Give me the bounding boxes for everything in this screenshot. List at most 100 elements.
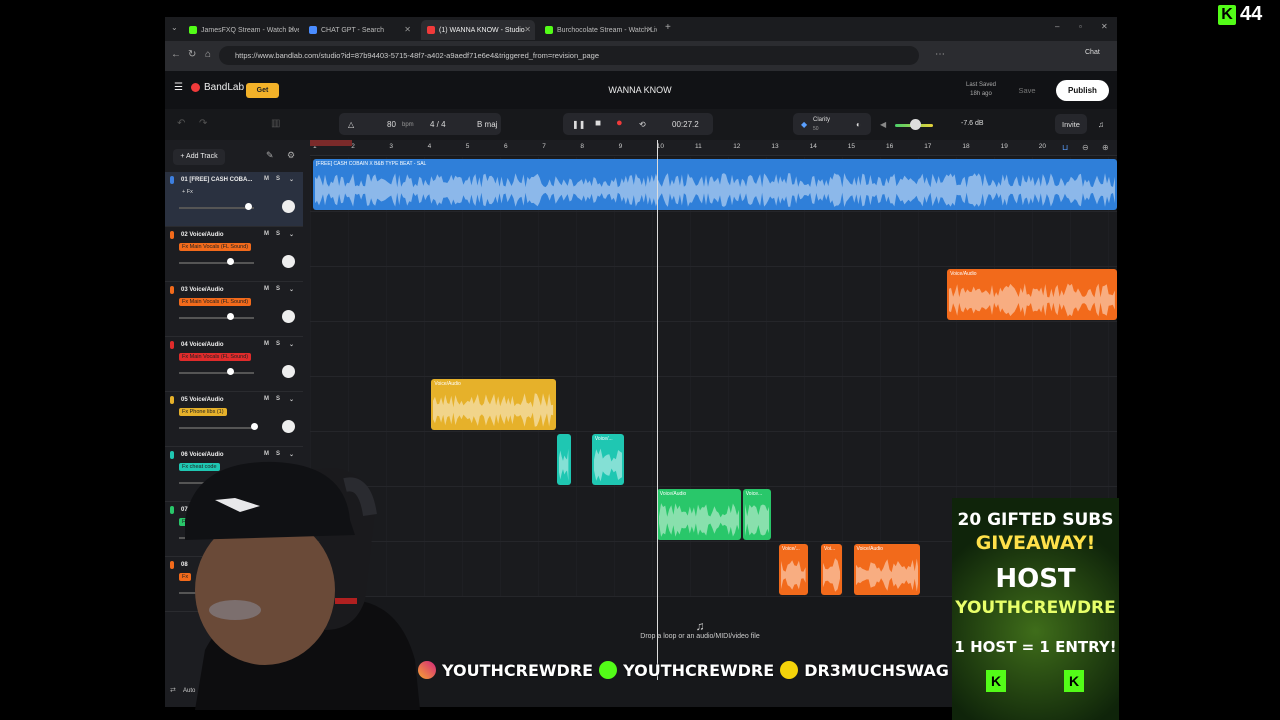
key-value[interactable]: B maj <box>477 120 497 129</box>
audio-clip[interactable]: Voice/... <box>591 434 625 485</box>
stop-icon[interactable]: ■ <box>595 118 601 129</box>
volume-fader-knob[interactable] <box>251 423 258 430</box>
new-tab-button[interactable]: + <box>665 22 671 33</box>
drop-zone[interactable]: ♫ Drop a loop or an audio/MIDI/video fil… <box>625 619 775 640</box>
fx-preset[interactable]: Fx Main Vocals (FL Sound) <box>179 243 252 251</box>
pan-knob[interactable] <box>282 365 295 378</box>
mute-button[interactable]: M <box>264 286 269 292</box>
mixer-icon[interactable]: ▥ <box>271 118 280 129</box>
volume-fader[interactable] <box>179 372 254 374</box>
volume-fader[interactable] <box>179 317 254 319</box>
audio-clip[interactable]: Voice/Audio <box>947 269 1117 320</box>
audio-clip[interactable]: Voi... <box>821 544 843 595</box>
track-options-chevron-icon[interactable]: ⌄ <box>289 341 294 348</box>
audio-clip[interactable]: [FREE] CASH COBAIN X B&B TYPE BEAT - SAL <box>313 159 1117 210</box>
undo-icon[interactable]: ↶ <box>177 118 185 129</box>
track-options-chevron-icon[interactable]: ⌄ <box>289 396 294 403</box>
pause-icon[interactable]: ❚❚ <box>572 120 585 129</box>
volume-fader-knob[interactable] <box>227 368 234 375</box>
volume-fader[interactable] <box>179 262 254 264</box>
loop-region[interactable] <box>310 140 352 146</box>
track-options-chevron-icon[interactable]: ⌄ <box>289 176 294 183</box>
zoom-out-icon[interactable]: ⊖ <box>1082 143 1089 152</box>
close-window-icon[interactable]: ✕ <box>1101 22 1108 31</box>
browser-tab[interactable]: CHAT GPT - Search ✕ <box>303 20 415 40</box>
fx-preset[interactable]: Fx Main Vocals (FL Sound) <box>179 353 252 361</box>
metronome-icon[interactable]: △ <box>348 120 354 129</box>
zoom-in-icon[interactable]: ⊕ <box>1102 143 1109 152</box>
volume-fader[interactable] <box>179 207 254 209</box>
audio-clip[interactable]: Voice... <box>742 489 772 540</box>
snap-icon[interactable]: ⊔ <box>1062 143 1068 152</box>
audio-clip[interactable]: Voice/Audio <box>853 544 921 595</box>
volume-fader-knob[interactable] <box>227 313 234 320</box>
pan-knob[interactable] <box>282 310 295 323</box>
mute-button[interactable]: M <box>264 176 269 182</box>
track-lane[interactable] <box>310 212 1117 267</box>
get-membership-button[interactable]: Get <box>246 83 279 98</box>
chat-button[interactable]: Chat <box>1085 49 1100 56</box>
minimize-icon[interactable]: – <box>1055 22 1059 31</box>
pan-knob[interactable] <box>282 200 295 213</box>
project-title[interactable]: WANNA KNOW <box>565 85 715 95</box>
solo-button[interactable]: S <box>276 176 280 182</box>
track-header[interactable]: 05 Voice/Audio M S ⌄ Fx Phone libs (1) <box>165 392 303 447</box>
track-settings-icon[interactable]: ⚙ <box>287 150 295 161</box>
refresh-icon[interactable]: ↻ <box>188 49 196 60</box>
url-input[interactable]: https://www.bandlab.com/studio?id=87b944… <box>219 46 919 65</box>
notifications-icon[interactable]: ♫ <box>1098 120 1104 129</box>
volume-fader-knob[interactable] <box>227 258 234 265</box>
home-icon[interactable]: ⌂ <box>205 49 211 60</box>
save-button[interactable]: Save <box>1007 83 1047 99</box>
back-icon[interactable]: ← <box>171 49 181 60</box>
mute-button[interactable]: M <box>264 341 269 347</box>
track-name[interactable]: 01 [FREE] CASH COBA... <box>181 177 252 183</box>
volume-fader[interactable] <box>179 427 254 429</box>
volume-fader-knob[interactable] <box>245 203 252 210</box>
audio-clip[interactable] <box>557 434 571 485</box>
bandlab-logo[interactable]: BandLab <box>191 82 244 93</box>
record-icon[interactable]: ● <box>616 117 623 129</box>
track-header[interactable]: 02 Voice/Audio M S ⌄ Fx Main Vocals (FL Soun… <box>165 227 303 282</box>
master-volume-knob[interactable] <box>910 119 921 130</box>
theme-toggle-icon[interactable]: ◐ <box>856 120 861 129</box>
edit-tool-icon[interactable]: ✎ <box>266 150 274 161</box>
solo-button[interactable]: S <box>276 341 280 347</box>
track-name[interactable]: 03 Voice/Audio <box>181 287 224 293</box>
time-signature[interactable]: 4 / 4 <box>430 120 446 129</box>
fx-preset[interactable]: + Fx <box>179 188 196 196</box>
close-tab-icon[interactable]: ✕ <box>288 25 295 34</box>
audio-clip[interactable]: Voice/... <box>779 544 808 595</box>
bpm-value[interactable]: 80 <box>387 120 396 129</box>
volume-icon[interactable]: ◀ <box>880 120 886 129</box>
invite-button[interactable]: Invite <box>1062 120 1080 129</box>
loop-icon[interactable]: ⟲ <box>639 120 646 129</box>
track-lane[interactable] <box>310 432 1117 487</box>
audio-clip[interactable]: Voice/Audio <box>431 379 556 430</box>
track-header[interactable]: 04 Voice/Audio M S ⌄ Fx Main Vocals (FL Soun… <box>165 337 303 392</box>
close-tab-icon[interactable]: ✕ <box>404 25 411 34</box>
browser-tab[interactable]: Burchocolate Stream - Watch Live ✕ <box>539 20 657 40</box>
publish-button[interactable]: Publish <box>1056 80 1109 101</box>
mute-button[interactable]: M <box>264 231 269 237</box>
audio-clip[interactable]: Voice/Audio <box>656 489 741 540</box>
menu-icon[interactable]: ☰ <box>174 82 183 93</box>
track-options-chevron-icon[interactable]: ⌄ <box>289 231 294 238</box>
browser-tab[interactable]: (1) WANNA KNOW - Studio ✕ <box>421 20 535 40</box>
browser-tab[interactable]: JamesFXQ Stream - Watch Live on✕ <box>183 20 299 40</box>
playhead[interactable] <box>656 140 658 680</box>
fx-preset[interactable]: Fx Main Vocals (FL Sound) <box>179 298 252 306</box>
close-tab-icon[interactable]: ✕ <box>524 25 531 34</box>
solo-button[interactable]: S <box>276 231 280 237</box>
add-track-button[interactable]: + Add Track <box>173 149 225 165</box>
close-tab-icon[interactable]: ✕ <box>646 25 653 34</box>
fx-preset[interactable]: Fx Phone libs (1) <box>179 408 227 416</box>
solo-button[interactable]: S <box>276 286 280 292</box>
mute-button[interactable]: M <box>264 396 269 402</box>
track-lane[interactable] <box>310 322 1117 377</box>
track-options-chevron-icon[interactable]: ⌄ <box>289 286 294 293</box>
pan-knob[interactable] <box>282 255 295 268</box>
maximize-icon[interactable]: ▫ <box>1079 22 1082 31</box>
tab-list-chevron-icon[interactable]: ⌄ <box>171 23 178 32</box>
track-header[interactable]: 03 Voice/Audio M S ⌄ Fx Main Vocals (FL Soun… <box>165 282 303 337</box>
